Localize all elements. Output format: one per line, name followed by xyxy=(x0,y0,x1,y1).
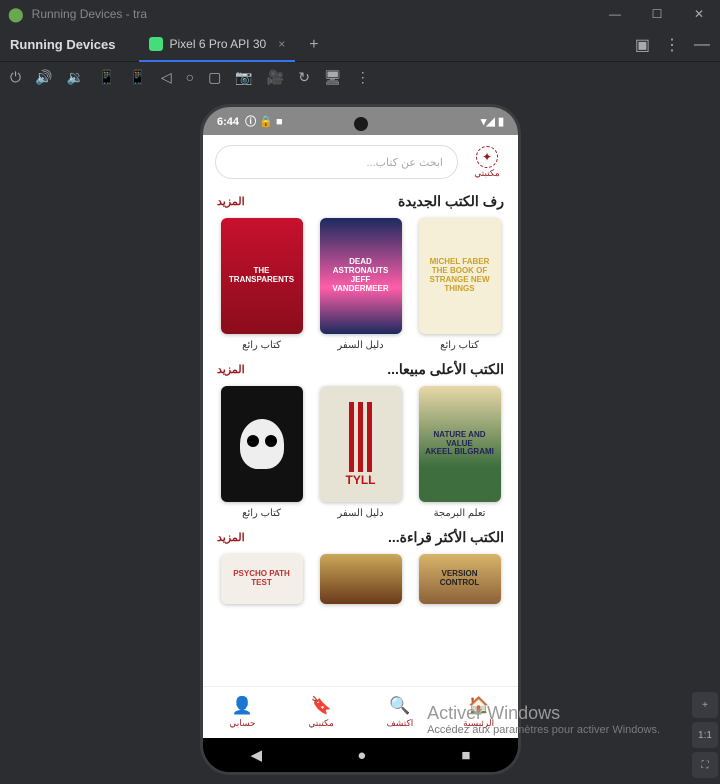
home-icon[interactable]: ○ xyxy=(186,69,194,85)
book-caption: تعلم البرمجة xyxy=(434,508,486,519)
book-cover: PSYCHO PATH TEST xyxy=(221,554,303,604)
android-studio-icon: ⬤ xyxy=(8,6,24,23)
watermark-heading: Activer Windows xyxy=(427,703,660,724)
android-nav-bar: ◀ ● ■ xyxy=(203,738,518,772)
device-icon xyxy=(149,37,163,51)
panel-menu-icon[interactable]: ⋮ xyxy=(664,35,680,55)
bottom-nav-item[interactable]: 🔖 مكتبتي xyxy=(282,687,361,738)
nav-label: اكتشف xyxy=(386,718,413,729)
back-icon[interactable]: ◁ xyxy=(161,69,172,86)
search-placeholder: ابحث عن كتاب... xyxy=(366,156,443,169)
windows-watermark: Activer Windows Accédez aux paramètres p… xyxy=(427,703,660,736)
nav-label: مكتبتي xyxy=(308,718,333,729)
nav-recent[interactable]: ■ xyxy=(461,747,470,764)
book-cover: MICHEL FABERTHE BOOK OF STRANGE NEW THIN… xyxy=(419,218,501,334)
reload-icon[interactable]: ↻ xyxy=(298,69,310,86)
book-card[interactable]: TYLL دليل السفر xyxy=(316,386,405,519)
zoom-11-button[interactable]: 1:1 xyxy=(692,722,718,748)
power-icon[interactable]: ⏻ xyxy=(10,69,21,86)
section-title: الكتب الأعلى مبيعا... xyxy=(387,361,504,378)
nav-icon: 👤 xyxy=(232,696,253,716)
bottom-nav-item[interactable]: 👤 حسابي xyxy=(203,687,282,738)
book-caption: كتاب رائع xyxy=(242,508,281,519)
app-screen: ✦ مكتبتي ابحث عن كتاب... رف الكتب الجديد… xyxy=(203,135,518,738)
status-time: 6:44 xyxy=(217,116,239,128)
record-icon[interactable]: 🎥 xyxy=(267,69,284,86)
book-cover: THE TRANSPARENTS xyxy=(221,218,303,334)
hide-panel-icon[interactable]: — xyxy=(694,36,710,54)
book-card[interactable]: THE TRANSPARENTS كتاب رائع xyxy=(217,218,306,351)
book-card[interactable]: كتاب رائع xyxy=(217,386,306,519)
more-link[interactable]: المزيد xyxy=(217,531,245,544)
more-link[interactable]: المزيد xyxy=(217,195,245,208)
tab-pixel6[interactable]: Pixel 6 Pro API 30 × xyxy=(139,28,295,62)
camera-notch xyxy=(354,117,368,131)
book-card[interactable]: DEAD ASTRONAUTSJEFF VANDERMEER دليل السفر xyxy=(316,218,405,351)
more-link[interactable]: المزيد xyxy=(217,363,245,376)
book-caption: دليل السفر xyxy=(337,508,383,519)
logo-icon: ✦ xyxy=(476,146,498,168)
panel-options-icon[interactable]: ▣ xyxy=(635,35,650,55)
book-cover: TYLL xyxy=(320,386,402,502)
book-card[interactable] xyxy=(316,554,405,604)
rotate-right-icon[interactable]: 📱 xyxy=(129,69,146,86)
window-controls: — ☐ ✕ xyxy=(594,0,720,28)
section-title: رف الكتب الجديدة xyxy=(398,193,504,210)
status-icons: ▾◢ ▮ xyxy=(481,115,504,128)
window-title: Running Devices - tra xyxy=(32,7,147,21)
nav-home[interactable]: ● xyxy=(357,747,366,764)
search-input[interactable]: ابحث عن كتاب... xyxy=(215,145,458,179)
book-cover xyxy=(320,554,402,604)
book-card[interactable]: NATURE AND VALUEAKEEL BILGRAMI تعلم البرم… xyxy=(415,386,504,519)
more-icon[interactable]: ⋮ xyxy=(356,69,370,86)
nav-label: حسابي xyxy=(229,718,255,729)
zoom-sidebar: + 1:1 ⛶ xyxy=(690,692,720,778)
book-card[interactable]: MICHEL FABERTHE BOOK OF STRANGE NEW THIN… xyxy=(415,218,504,351)
close-button[interactable]: ✕ xyxy=(678,0,720,28)
nav-icon: 🔍 xyxy=(389,696,410,716)
volume-up-icon[interactable]: 🔊 xyxy=(35,69,52,86)
book-cover: DEAD ASTRONAUTSJEFF VANDERMEER xyxy=(320,218,402,334)
screenshot-icon[interactable]: 📷 xyxy=(235,69,252,86)
logo-label: مكتبتي xyxy=(474,168,499,179)
book-card[interactable]: VERSION CONTROL xyxy=(415,554,504,604)
add-tab-button[interactable]: + xyxy=(309,36,318,54)
nav-back[interactable]: ◀ xyxy=(251,746,263,764)
watermark-sub: Accédez aux paramètres pour activer Wind… xyxy=(427,724,660,736)
rotate-left-icon[interactable]: 📱 xyxy=(98,69,115,86)
tool-window-label: Running Devices xyxy=(10,37,115,52)
display-settings-icon[interactable]: 🖥 xyxy=(324,69,342,86)
overview-icon[interactable]: ▢ xyxy=(208,69,221,86)
section: رف الكتب الجديدة المزيد MICHEL FABERTHE BO… xyxy=(203,189,518,357)
book-caption: كتاب رائع xyxy=(440,340,479,351)
app-header: ✦ مكتبتي ابحث عن كتاب... xyxy=(203,135,518,189)
book-caption: كتاب رائع xyxy=(242,340,281,351)
zoom-fit-button[interactable]: ⛶ xyxy=(692,752,718,778)
book-caption: دليل السفر xyxy=(337,340,383,351)
zoom-in-button[interactable]: + xyxy=(692,692,718,718)
close-tab-icon[interactable]: × xyxy=(278,37,285,51)
tab-label: Pixel 6 Pro API 30 xyxy=(169,37,266,51)
book-cover: VERSION CONTROL xyxy=(419,554,501,604)
book-cover: NATURE AND VALUEAKEEL BILGRAMI xyxy=(419,386,501,502)
book-cover xyxy=(221,386,303,502)
nav-icon: 🔖 xyxy=(311,696,332,716)
section-title: الكتب الأكثر قراءة... xyxy=(388,529,504,546)
maximize-button[interactable]: ☐ xyxy=(636,0,678,28)
device-frame: 6:44 ⓘ 🔒 ■ ▾◢ ▮ ✦ مكتبتي ابحث عن كتاب...… xyxy=(200,104,521,775)
minimize-button[interactable]: — xyxy=(594,0,636,28)
book-card[interactable]: PSYCHO PATH TEST xyxy=(217,554,306,604)
section: الكتب الأعلى مبيعا... المزيد NATURE AND VA… xyxy=(203,357,518,525)
section: الكتب الأكثر قراءة... المزيد VERSION CONTR… xyxy=(203,525,518,610)
emulator-toolbar: ⏻ 🔊 🔉 📱 📱 ◁ ○ ▢ 📷 🎥 ↻ 🖥 ⋮ xyxy=(0,62,720,92)
tab-bar: Running Devices Pixel 6 Pro API 30 × + ▣… xyxy=(0,28,720,62)
app-logo[interactable]: ✦ مكتبتي xyxy=(468,146,506,179)
volume-down-icon[interactable]: 🔉 xyxy=(67,69,84,86)
